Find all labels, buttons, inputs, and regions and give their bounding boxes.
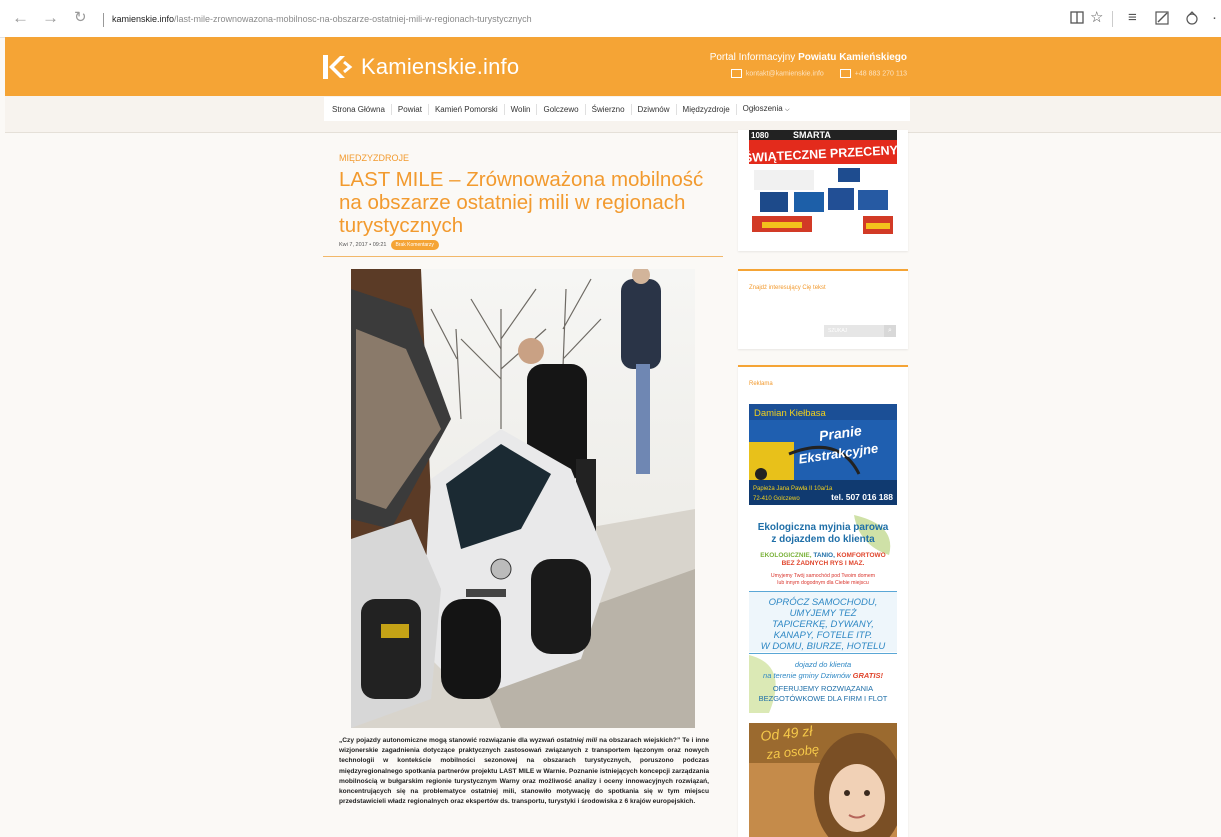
contact-line: kontakt@kamienskie.info +48 883 270 113	[710, 69, 907, 78]
ad2-free-3: GRATIS!	[853, 671, 884, 680]
search-input[interactable]: SZUKAJ	[824, 325, 890, 337]
ad2-blue-3: TAPICERKĘ, DYWANY,	[772, 619, 874, 630]
ad2-free-line: na terenie gminy Dziwnów GRATIS!	[763, 671, 883, 680]
article-meta: Kwi 7, 2017 • 09:21 Brak Komentarzy	[339, 240, 439, 250]
nav-item-ogloszenia[interactable]: Ogłoszenia ⌵	[737, 103, 796, 116]
body-rest: na obszarach wiejskich?” Te i inne wizjo…	[339, 737, 709, 806]
browser-toolbar: ← → ↻ kamienskie.info/last-mile-zrownowa…	[0, 0, 1221, 38]
article-category[interactable]: MIĘDZYZDROJE	[339, 153, 409, 163]
search-widget-title: Znajdź interesujący Cię tekst	[749, 285, 826, 291]
toolbar-divider	[1112, 11, 1113, 27]
ad2-blue-4: KANAPY, FOTELE ITP.	[774, 630, 873, 641]
search-widget: Znajdź interesujący Cię tekst SZUKAJ ⌕	[738, 269, 908, 349]
ad2-red-2: lub innym dogodnym dla Ciebie miejscu	[777, 580, 869, 586]
ad-pranie-banner[interactable]: Damian Kiełbasa Pranie Ekstrakcyjne Papi…	[749, 404, 897, 505]
ads-widget-title: Reklama	[749, 381, 773, 387]
article-date: Kwi 7, 2017 • 09:21	[339, 242, 387, 248]
nav-item-wolin[interactable]: Wolin	[505, 103, 538, 115]
article-body: „Czy pojazdy autonomiczne mogą stanowić …	[339, 736, 709, 807]
site-name: Kamienskie.info	[361, 54, 520, 79]
url-host: kamienskie.info	[112, 14, 175, 24]
article-photo[interactable]	[351, 269, 695, 728]
nav-item-strona-glowna[interactable]: Strona Główna	[326, 103, 392, 115]
chevron-down-icon: ⌵	[784, 106, 790, 113]
promo-brand: SMARTA	[793, 130, 831, 140]
ad2-pay-2: BEZGOTÓWKOWE DLA FIRM I FLOT	[759, 694, 888, 703]
portal-info: Portal Informacyjny Powiatu Kamieńskiego…	[710, 52, 907, 78]
nav-item-golczewo[interactable]: Golczewo	[537, 103, 586, 115]
ad2-free-2: na terenie gminy Dziwnów	[763, 671, 853, 680]
body-emphasis: ostatniej mili	[556, 737, 598, 744]
share-icon[interactable]	[1185, 11, 1199, 25]
contact-phone[interactable]: +48 883 270 113	[855, 70, 907, 77]
address-bar[interactable]: kamienskie.info/last-mile-zrownowazona-m…	[103, 8, 643, 30]
ad2-blue-5: W DOMU, BIURZE, HOTELU	[761, 641, 886, 652]
title-divider	[323, 256, 723, 257]
contact-email[interactable]: kontakt@kamienskie.info	[746, 70, 824, 77]
phone-icon	[839, 69, 851, 78]
ad2-tag-green: EKOLOGICZNIE,	[760, 552, 813, 559]
nav-item-ogloszenia-label: Ogłoszenia	[742, 103, 783, 113]
promo-widget: 1080 SMARTA ŚWIĄTECZNE PRZECENY!	[738, 130, 908, 251]
logo-k-icon	[323, 55, 353, 79]
site-logo[interactable]: Kamienskie.info	[322, 53, 519, 81]
search-icon[interactable]: ⌕	[884, 325, 896, 337]
url-path: /last-mile-zrownowazona-mobilnosc-na-obs…	[174, 14, 532, 24]
comments-badge[interactable]: Brak Komentarzy	[390, 240, 439, 250]
more-icon[interactable]: ·	[1212, 8, 1217, 28]
address-separator	[103, 12, 104, 27]
ad2-tag-2: BEZ ŻADNYCH RYS I MAZ.	[782, 559, 865, 567]
ad1-name: Damian Kiełbasa	[754, 408, 827, 419]
hub-icon[interactable]: ≡	[1128, 8, 1137, 28]
ad2-tag-orange: KOMFORTOWO	[837, 552, 886, 559]
nav-item-miedzyzdroje[interactable]: Międzyzdroje	[677, 103, 737, 115]
nav-item-powiat[interactable]: Powiat	[392, 103, 429, 115]
refresh-icon[interactable]: ↻	[74, 9, 87, 27]
favorite-star-icon[interactable]: ☆	[1090, 8, 1103, 28]
nav-item-kamien-pomorski[interactable]: Kamień Pomorski	[429, 103, 505, 115]
portal-tagline: Portal Informacyjny Powiatu Kamieńskiego	[710, 52, 907, 63]
article-title: LAST MILE – Zrównoważona mobilność na ob…	[339, 168, 704, 237]
ad2-title-2: z dojazdem do klienta	[771, 534, 875, 545]
nav-item-swierzno[interactable]: Świerzno	[586, 103, 632, 115]
ad2-title-1: Ekologiczna myjnia parowa	[758, 522, 889, 533]
ad-photo-banner[interactable]: Od 49 zł za osobę	[749, 723, 897, 837]
ad2-red-1: Umyjemy Twój samochód pod Twoim domem	[771, 573, 875, 579]
main-nav: Strona Główna Powiat Kamień Pomorski Wol…	[324, 97, 910, 121]
nav-item-dziwnow[interactable]: Dziwnów	[632, 103, 677, 115]
ad1-address: Papieża Jana Pawła II 10a/1a	[753, 486, 833, 492]
promo-1080: 1080	[751, 131, 769, 140]
ad2-tagline: EKOLOGICZNIE, TANIO, KOMFORTOWO	[760, 552, 885, 559]
ad2-blue-1: OPRÓCZ SAMOCHODU,	[769, 597, 878, 608]
ad-myjnia-banner[interactable]: Ekologiczna myjnia parowa z dojazdem do …	[749, 515, 897, 713]
arrow-right-icon[interactable]: →	[42, 9, 59, 27]
web-note-icon[interactable]	[1155, 11, 1169, 25]
ads-widget: Reklama Damian Kiełbasa Pranie Ekstrakcy…	[738, 365, 908, 837]
ad2-blue-2: UMYJEMY TEŻ	[790, 608, 858, 619]
ad2-tag-blue: TANIO,	[813, 552, 836, 559]
ad1-phone: tel. 507 016 188	[831, 492, 893, 502]
ad2-free-1: dojazd do klienta	[795, 660, 851, 669]
promo-banner[interactable]: 1080 SMARTA ŚWIĄTECZNE PRZECENY!	[738, 130, 908, 251]
ad2-pay-1: OFERUJEMY ROZWIĄZANIA	[773, 684, 873, 693]
reading-view-icon[interactable]	[1070, 11, 1084, 24]
arrow-left-icon[interactable]: ←	[12, 9, 29, 27]
portal-tagline-bold: Powiatu Kamieńskiego	[798, 52, 907, 63]
ad1-city: 72-410 Golczewo	[753, 496, 800, 502]
site-header	[5, 37, 1221, 96]
envelope-icon	[730, 69, 742, 78]
body-intro: „Czy pojazdy autonomiczne mogą stanowić …	[339, 737, 557, 744]
portal-tagline-prefix: Portal Informacyjny	[709, 52, 799, 63]
